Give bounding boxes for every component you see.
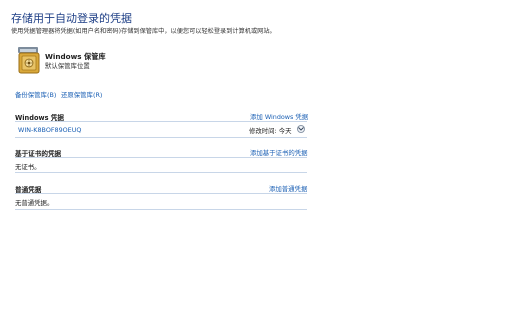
section-divider [15,209,307,210]
section-divider [15,157,307,158]
backup-vault-link[interactable]: 备份保管库(B) [15,90,56,99]
add-generic-credential-link[interactable]: 添加普通凭据 [269,184,307,193]
credential-item-modified: 修改时间: 今天 [249,127,292,135]
chevron-down-icon [298,127,304,131]
generic-empty-text: 无普通凭据。 [15,199,54,207]
page-title: 存储用于自动登录的凭据 [11,12,132,25]
add-certificate-credential-link[interactable]: 添加基于证书的凭据 [250,148,308,157]
restore-vault-link[interactable]: 还原保管库(R) [61,90,102,99]
vault-safe-icon [17,47,43,75]
credential-item-name[interactable]: WIN-K8BOF89OEUQ [18,126,81,134]
section-divider [15,193,307,194]
vault-location: 默认保管库位置 [45,62,90,70]
add-windows-credential-link[interactable]: 添加 Windows 凭据 [250,112,308,121]
section-divider [15,172,307,173]
page-description: 使用凭据管理器将凭据(如用户名和密码)存储到保管库中，以便您可以轻松登录到计算机… [11,28,276,35]
section-divider [15,121,307,122]
section-divider [15,137,307,138]
expand-credential-button[interactable] [297,125,305,133]
certificate-empty-text: 无证书。 [15,163,41,171]
